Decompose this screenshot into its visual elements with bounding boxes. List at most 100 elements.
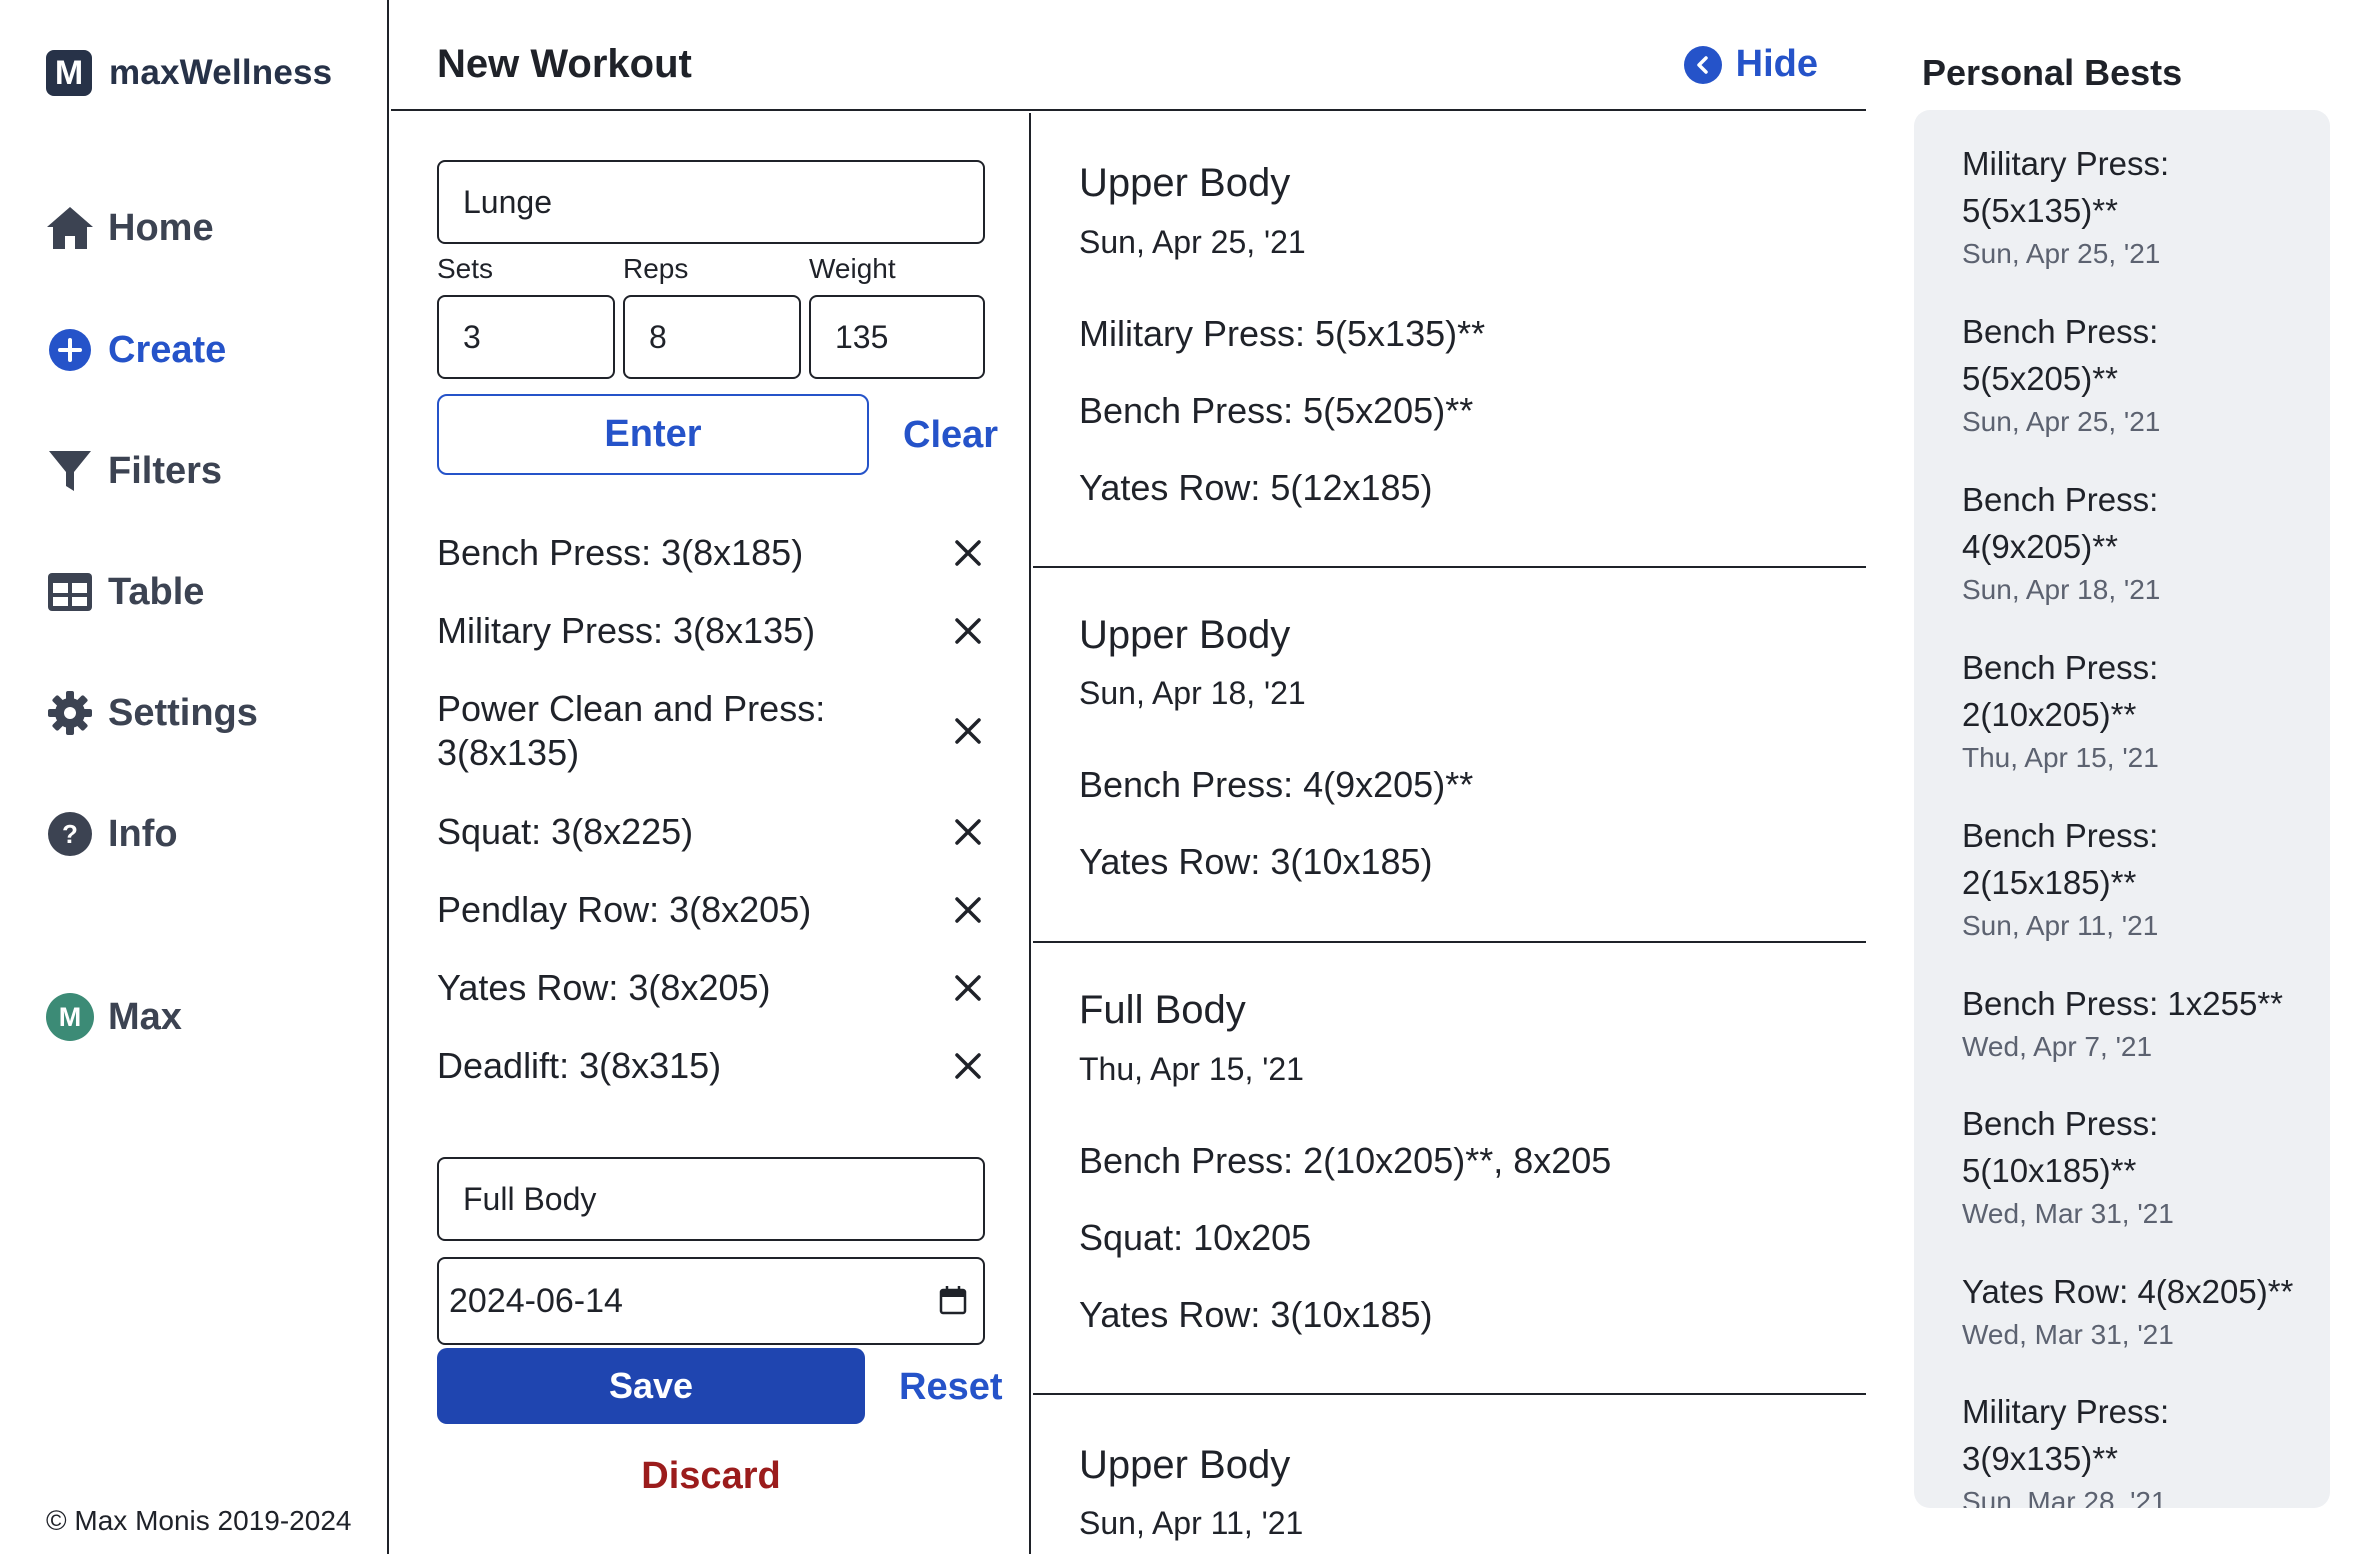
workout-line: Squat: 10x205 (1079, 1217, 1312, 1258)
user-name: Max (108, 995, 182, 1038)
workout-card[interactable]: Full Body Thu, Apr 15, '21 Bench Press: … (1033, 943, 1866, 1395)
personal-best-date: Sun, Apr 11, '21 (1962, 910, 2159, 941)
workout-line: Bench Press: 4(9x205)** (1079, 764, 1474, 805)
sidebar-item-label: Filters (108, 449, 223, 492)
save-button[interactable]: Save (437, 1348, 865, 1424)
workout-date: Sun, Apr 18, '21 (1079, 675, 1306, 711)
remove-icon[interactable] (951, 536, 985, 570)
workout-title: Upper Body (1079, 613, 1291, 657)
sidebar-item-user[interactable]: M Max (44, 991, 182, 1043)
sidebar-item-label: Table (108, 570, 205, 613)
personal-best-item: Yates Row: 4(8x205)** Wed, Mar 31, '21 (1962, 1268, 2322, 1355)
exercise-input[interactable]: Lunge (437, 160, 985, 244)
plus-circle-icon (44, 324, 96, 376)
personal-bests-panel: Military Press: 5(5x135)** Sun, Apr 25, … (1914, 110, 2330, 1508)
filter-icon (44, 445, 96, 497)
brand[interactable]: M maxWellness (46, 50, 332, 96)
sidebar-item-filters[interactable]: Filters (44, 445, 222, 497)
avatar: M (46, 993, 94, 1041)
weight-input[interactable]: 135 (809, 295, 985, 379)
workout-form: Lunge Sets Reps Weight 3 8 135 Enter Cle… (391, 113, 1031, 1554)
personal-bests-title: Personal Bests (1922, 52, 2183, 93)
personal-best-name: Military Press: 3(9x135)** (1962, 1393, 2170, 1477)
exercise-list-item: Pendlay Row: 3(8x205) (437, 888, 985, 932)
exercise-text: Pendlay Row: 3(8x205) (437, 889, 812, 930)
reset-button[interactable]: Reset (899, 1366, 1003, 1409)
user-avatar-wrap: M (44, 991, 96, 1043)
workout-line: Yates Row: 5(12x185) (1079, 467, 1433, 508)
sidebar-item-table[interactable]: Table (44, 566, 204, 618)
brand-name: maxWellness (109, 53, 333, 92)
reps-input[interactable]: 8 (623, 295, 801, 379)
workout-name-input[interactable]: Full Body (437, 1157, 985, 1241)
hide-button[interactable]: Hide (1683, 43, 1818, 86)
sidebar: M maxWellness Home Create Filters Table … (0, 0, 389, 1554)
table-icon (44, 566, 96, 618)
enter-button[interactable]: Enter (437, 394, 869, 475)
question-icon: ? (44, 808, 96, 860)
clear-button[interactable]: Clear (903, 414, 998, 457)
workout-card[interactable]: Upper Body Sun, Apr 11, '21 (1033, 1395, 1866, 1554)
gear-icon (44, 687, 96, 739)
remove-icon[interactable] (951, 714, 985, 748)
chevron-left-icon (1683, 45, 1722, 84)
calendar-icon[interactable] (939, 1285, 967, 1323)
remove-icon[interactable] (951, 815, 985, 849)
page-title: New Workout (437, 42, 692, 86)
personal-best-date: Sun, Mar 28, '21 (1962, 1486, 2167, 1508)
personal-best-name: Yates Row: 4(8x205)** (1962, 1273, 2294, 1310)
exercise-text: Military Press: 3(8x135) (437, 610, 816, 651)
personal-best-item: Bench Press: 2(15x185)** Sun, Apr 11, '2… (1962, 812, 2302, 946)
sidebar-item-info[interactable]: ? Info (44, 808, 178, 860)
personal-best-name: Bench Press: 1x255** (1962, 985, 2284, 1022)
remove-icon[interactable] (951, 614, 985, 648)
exercise-text: Power Clean and Press: 3(8x135) (437, 688, 826, 773)
sidebar-item-label: Settings (108, 691, 258, 734)
page-header: New Workout Hide (391, 0, 1866, 111)
workout-card[interactable]: Upper Body Sun, Apr 18, '21 Bench Press:… (1033, 568, 1866, 943)
exercise-list-item: Bench Press: 3(8x185) (437, 531, 985, 575)
sets-input[interactable]: 3 (437, 295, 615, 379)
personal-best-item: Bench Press: 1x255** Wed, Apr 7, '21 (1962, 980, 2322, 1067)
exercise-list-item: Yates Row: 3(8x205) (437, 966, 985, 1010)
personal-best-name: Bench Press: 5(5x205)** (1962, 313, 2159, 397)
exercise-list-item: Military Press: 3(8x135) (437, 609, 985, 653)
workout-date: Sun, Apr 11, '21 (1079, 1505, 1304, 1541)
sidebar-item-settings[interactable]: Settings (44, 687, 258, 739)
reps-label: Reps (623, 253, 689, 284)
workout-line: Yates Row: 3(10x185) (1079, 1294, 1433, 1335)
sidebar-item-create[interactable]: Create (44, 324, 226, 376)
personal-best-name: Bench Press: 2(10x205)** (1962, 649, 2159, 733)
workout-line: Yates Row: 3(10x185) (1079, 841, 1433, 882)
remove-icon[interactable] (951, 971, 985, 1005)
personal-best-date: Sun, Apr 25, '21 (1962, 238, 2161, 269)
sets-label: Sets (437, 253, 494, 284)
sidebar-item-label: Create (108, 328, 227, 371)
workout-line: Bench Press: 2(10x205)**, 8x205 (1079, 1140, 1612, 1181)
personal-best-date: Sun, Apr 18, '21 (1962, 574, 2161, 605)
workout-date: Thu, Apr 15, '21 (1079, 1051, 1304, 1087)
date-value: 2024-06-14 (449, 1281, 623, 1320)
sidebar-item-home[interactable]: Home (44, 202, 214, 254)
personal-best-name: Military Press: 5(5x135)** (1962, 145, 2170, 229)
workout-card[interactable]: Upper Body Sun, Apr 25, '21 Military Pre… (1033, 113, 1866, 568)
personal-best-date: Wed, Mar 31, '21 (1962, 1198, 2174, 1229)
personal-best-name: Bench Press: 5(10x185)** (1962, 1105, 2159, 1189)
date-input[interactable]: 2024-06-14 (437, 1257, 985, 1345)
workout-line: Military Press: 5(5x135)** (1079, 313, 1486, 354)
remove-icon[interactable] (951, 1049, 985, 1083)
discard-button[interactable]: Discard (391, 1455, 1031, 1498)
workout-line: Bench Press: 5(5x205)** (1079, 390, 1474, 431)
exercise-text: Bench Press: 3(8x185) (437, 532, 804, 573)
exercise-text: Yates Row: 3(8x205) (437, 967, 771, 1008)
remove-icon[interactable] (951, 893, 985, 927)
exercise-text: Squat: 3(8x225) (437, 811, 694, 852)
workout-title: Upper Body (1079, 1443, 1291, 1487)
personal-best-item: Bench Press: 4(9x205)** Sun, Apr 18, '21 (1962, 476, 2302, 610)
personal-best-name: Bench Press: 4(9x205)** (1962, 481, 2159, 565)
workout-title: Full Body (1079, 988, 1246, 1032)
personal-best-item: Bench Press: 5(10x185)** Wed, Mar 31, '2… (1962, 1100, 2302, 1234)
copyright: © Max Monis 2019-2024 (46, 1505, 352, 1536)
personal-best-date: Thu, Apr 15, '21 (1962, 742, 2159, 773)
exercise-text: Deadlift: 3(8x315) (437, 1045, 722, 1086)
